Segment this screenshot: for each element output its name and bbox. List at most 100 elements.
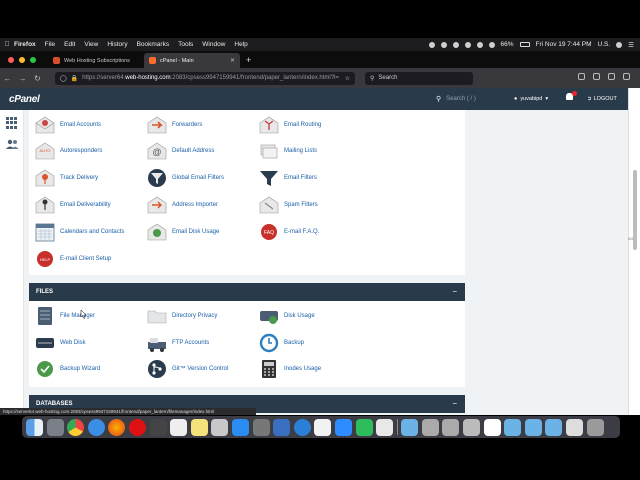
user-icon[interactable] (616, 41, 623, 48)
page-scrollbar[interactable] (628, 88, 640, 415)
bluetooth-icon[interactable] (464, 41, 471, 48)
scrollbar-thumb[interactable] (633, 170, 637, 250)
email-accounts-link[interactable]: Email Accounts (34, 114, 101, 136)
forwarders-link[interactable]: Forwarders (146, 114, 202, 136)
pocket-icon[interactable] (578, 73, 585, 80)
new-tab-button[interactable]: + (246, 53, 251, 68)
launchpad-icon[interactable] (46, 418, 64, 436)
notes-icon[interactable] (190, 418, 208, 436)
collapse-icon[interactable]: − (452, 399, 457, 408)
inodes-usage-link[interactable]: Inodes Usage (258, 358, 321, 380)
cpanel-search-input[interactable]: ⚲ Search ( / ) (436, 92, 508, 106)
backup-wizard-link[interactable]: Backup Wizard (34, 358, 100, 380)
mailing-lists-link[interactable]: Mailing Lists (258, 140, 317, 162)
email-faq-link[interactable]: FAQ E-mail F.A.Q. (258, 221, 319, 243)
autoresponders-link[interactable]: AUTO Autoresponders (34, 140, 102, 162)
apple-icon[interactable]:  (0, 41, 14, 48)
safari-icon[interactable] (87, 418, 105, 436)
menu-history[interactable]: History (107, 41, 127, 48)
document-2-icon[interactable] (524, 418, 542, 436)
disk-3-icon[interactable] (463, 418, 481, 436)
notifications-bell[interactable] (566, 91, 577, 101)
files-section-header[interactable]: FILES − (29, 283, 465, 301)
image-icon[interactable] (545, 418, 563, 436)
collapse-icon[interactable]: − (452, 287, 457, 296)
cpanel-logo[interactable]: cPanel (9, 94, 40, 105)
zoom-icon[interactable] (334, 418, 352, 436)
control-center-icon[interactable]: ☰ (628, 41, 634, 49)
screenshot-icon[interactable] (211, 418, 229, 436)
url-bar[interactable]: ◯ 🔒 https://server64.web-hosting.com:208… (55, 71, 355, 85)
finder-icon[interactable] (26, 418, 43, 436)
git-version-control-link[interactable]: Git™ Version Control (146, 358, 228, 380)
global-email-filters-link[interactable]: Global Email Filters (146, 167, 224, 189)
yandex-icon[interactable] (170, 418, 188, 436)
logout-button[interactable]: ➲ LOGOUT (587, 92, 617, 106)
minimize-window-button[interactable] (19, 56, 25, 63)
maximize-window-button[interactable] (30, 56, 36, 63)
home-grid-icon[interactable] (6, 117, 18, 129)
disk-2-icon[interactable] (442, 418, 460, 436)
close-window-button[interactable] (8, 56, 14, 63)
track-delivery-link[interactable]: Track Delivery (34, 167, 98, 189)
terminal-icon[interactable] (566, 418, 584, 436)
menu-help[interactable]: Help (234, 41, 247, 48)
shield-icon[interactable]: ◯ (60, 75, 67, 82)
brave-icon[interactable] (149, 418, 167, 436)
user-menu[interactable]: ● yuvabipd ▾ (514, 92, 548, 106)
spam-filters-link[interactable]: Spam Filters (258, 194, 318, 216)
email-disk-usage-link[interactable]: Email Disk Usage (146, 221, 219, 243)
play-icon[interactable] (440, 41, 447, 48)
email-client-setup-link[interactable]: HELP E-mail Client Setup (34, 248, 111, 270)
record-icon[interactable] (428, 41, 435, 48)
menu-bookmarks[interactable]: Bookmarks (137, 41, 170, 48)
opera-icon[interactable] (128, 418, 146, 436)
battery-percent[interactable]: 66% (501, 41, 514, 48)
menu-icon[interactable] (623, 73, 630, 80)
calendar-icon[interactable] (483, 418, 501, 436)
menubar-datetime[interactable]: Fri Nov 19 7:44 PM (536, 41, 592, 48)
menu-edit[interactable]: Edit (64, 41, 75, 48)
preview-icon[interactable] (314, 418, 332, 436)
menu-window[interactable]: Window (202, 41, 225, 48)
tab-cpanel-main[interactable]: cPanel - Main ✕ (144, 53, 240, 68)
directory-privacy-link[interactable]: Directory Privacy (146, 305, 217, 327)
document-icon[interactable] (504, 418, 522, 436)
app-store-icon[interactable] (231, 418, 249, 436)
email-filters-link[interactable]: Email Filters (258, 167, 317, 189)
extension-icon[interactable] (608, 73, 615, 80)
wifi-icon[interactable] (476, 41, 483, 48)
close-tab-icon[interactable]: ✕ (230, 57, 235, 64)
system-preferences-icon[interactable] (252, 418, 270, 436)
web-disk-link[interactable]: Web Disk (34, 332, 86, 354)
calendars-contacts-link[interactable]: Calendars and Contacts (34, 221, 124, 243)
back-icon[interactable]: ← (0, 74, 15, 83)
address-importer-link[interactable]: Address Importer (146, 194, 218, 216)
battery-icon[interactable] (519, 42, 530, 47)
disk-icon[interactable] (421, 418, 439, 436)
lock-icon[interactable]: 🔒 (71, 75, 78, 82)
bookmark-star-icon[interactable]: ☆ (345, 75, 350, 82)
whatsapp-icon[interactable] (355, 418, 373, 436)
email-deliverability-link[interactable]: Email Deliverability (34, 194, 111, 216)
xcode-icon[interactable] (273, 418, 291, 436)
volume-icon[interactable] (488, 41, 495, 48)
menu-tools[interactable]: Tools (178, 41, 193, 48)
firefox-icon[interactable] (108, 418, 126, 436)
folder-icon[interactable] (401, 418, 419, 436)
edge-icon[interactable] (293, 418, 311, 436)
menu-view[interactable]: View (84, 41, 98, 48)
users-icon[interactable] (5, 139, 19, 149)
reload-icon[interactable]: ↻ (30, 74, 45, 83)
menu-file[interactable]: File (45, 41, 55, 48)
default-address-link[interactable]: @ Default Address (146, 140, 214, 162)
downloads-icon[interactable] (593, 73, 600, 80)
chrome-icon[interactable] (67, 418, 85, 436)
trash-icon[interactable] (586, 418, 604, 436)
browser-search-bar[interactable]: ⚲ Search (365, 71, 473, 85)
tab-web-hosting[interactable]: Web Hosting Subscriptions (48, 53, 144, 68)
forward-icon[interactable]: → (15, 74, 30, 83)
keynote-icon[interactable] (376, 418, 394, 436)
dropbox-icon[interactable] (452, 41, 459, 48)
disk-usage-link[interactable]: Disk Usage (258, 305, 315, 327)
